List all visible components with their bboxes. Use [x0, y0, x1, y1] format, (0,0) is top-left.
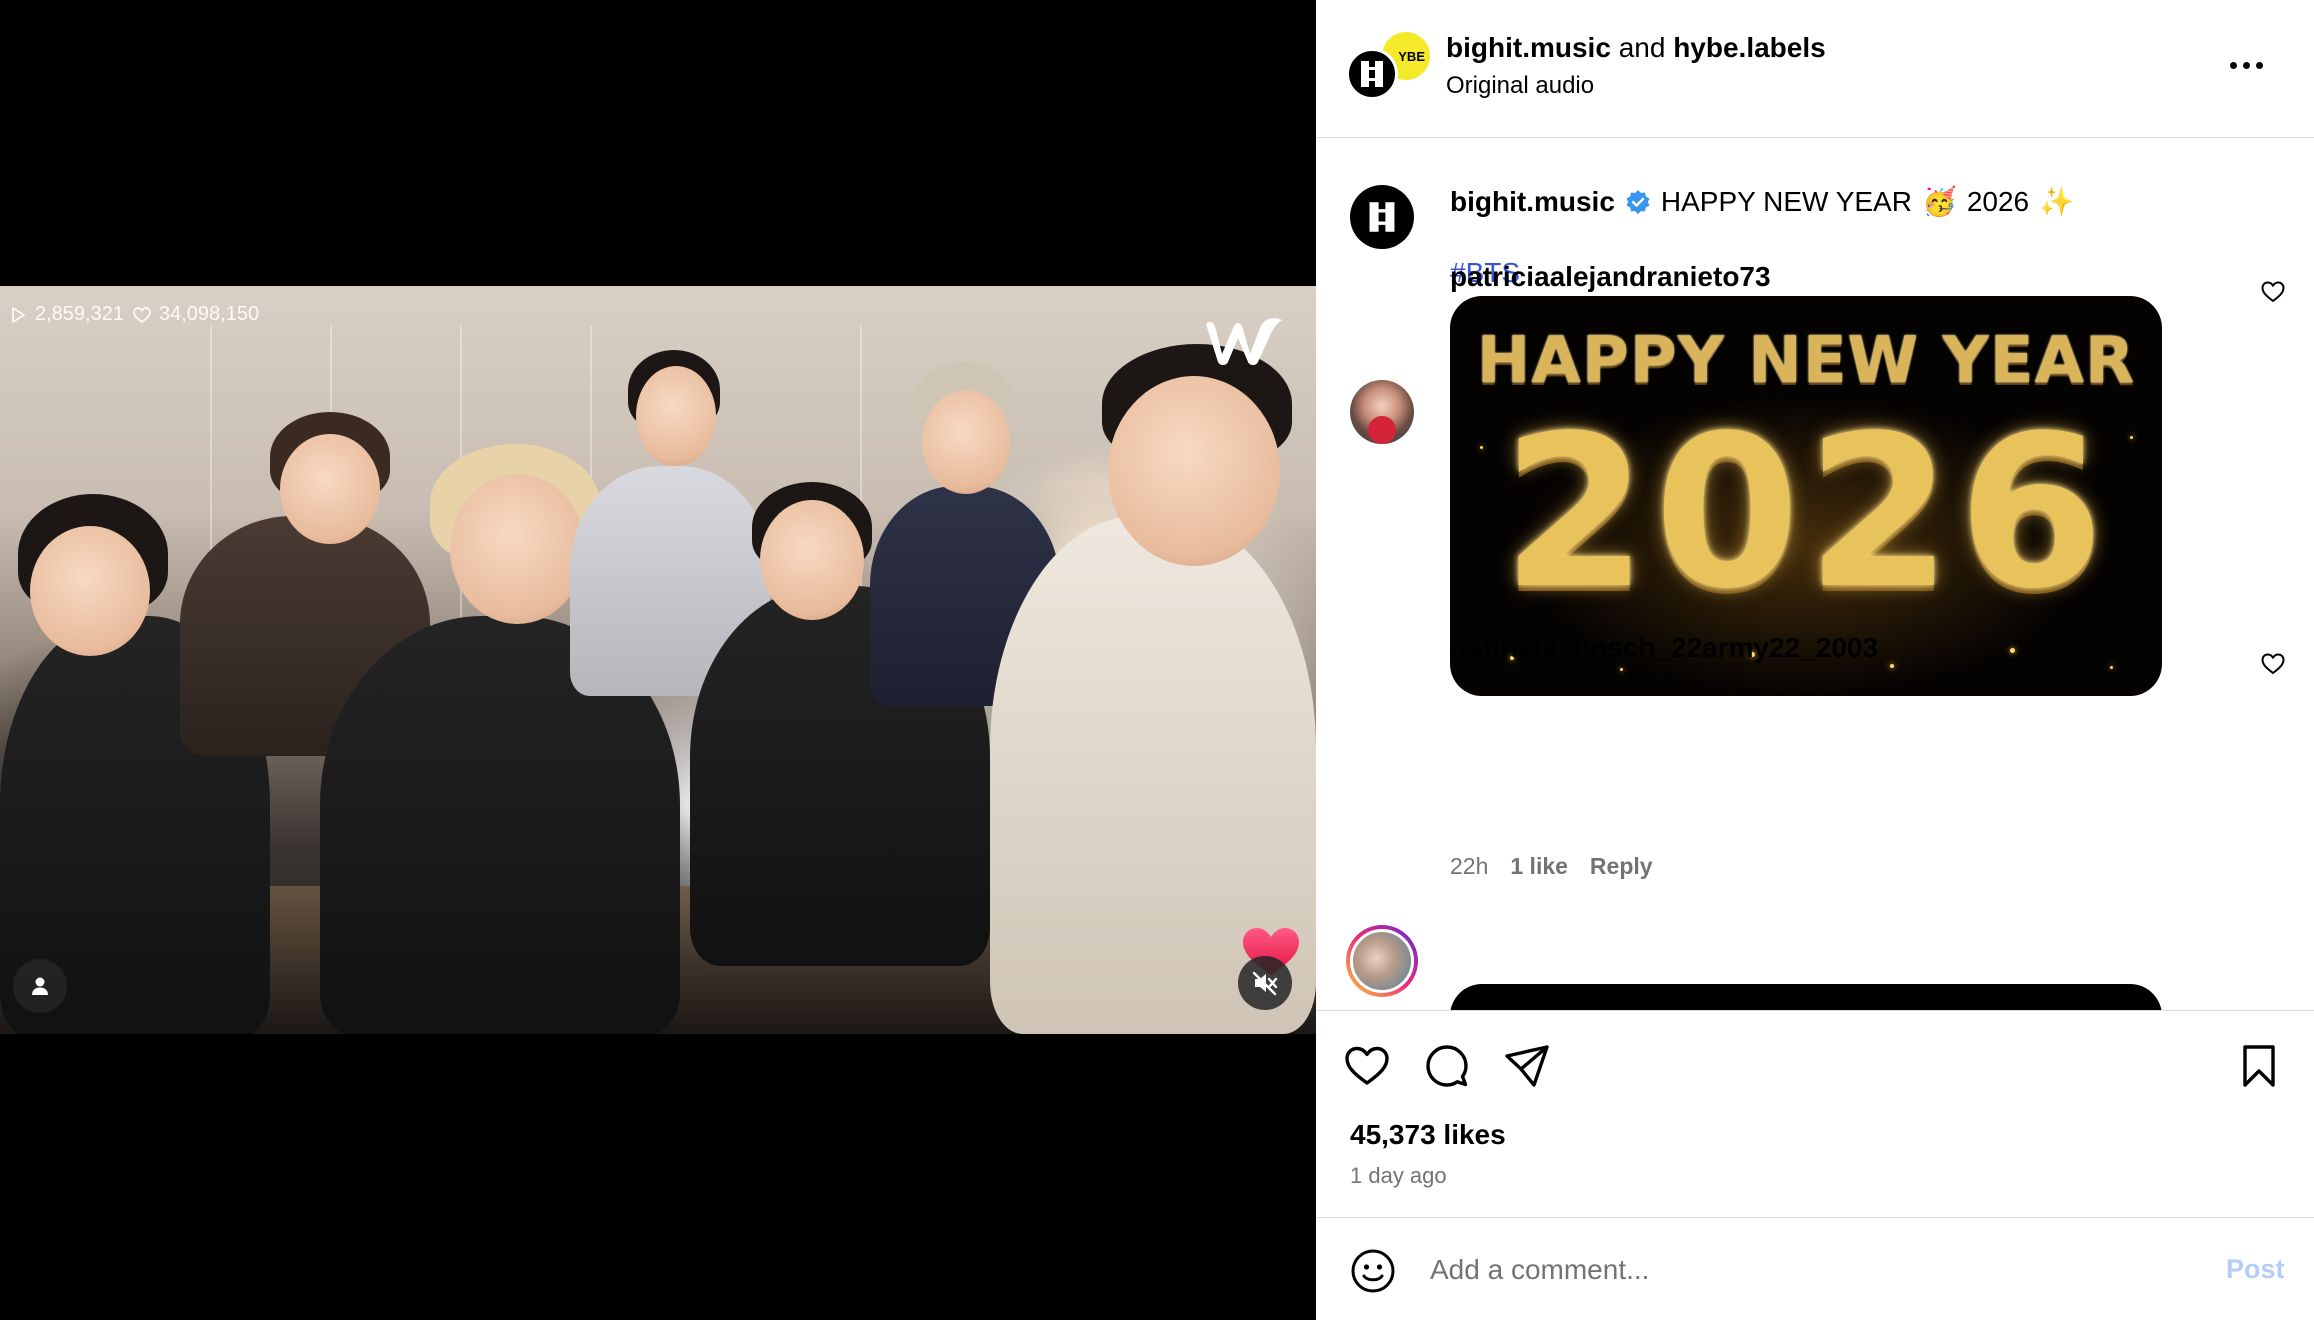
user-tag-button[interactable]: [13, 959, 67, 1013]
hybe-avatar-label: YBE: [1398, 48, 1425, 64]
comment-gif[interactable]: [1450, 984, 2162, 1011]
firework-spark: [1890, 664, 1894, 668]
reply-button[interactable]: Reply: [1590, 853, 1653, 880]
person-face: [636, 366, 716, 466]
sparkles-emoji: ✨: [2039, 185, 2074, 218]
party-emoji: 🥳: [1921, 185, 1957, 218]
gif-year: 2026: [1501, 390, 2111, 635]
account-link-hybe[interactable]: hybe.labels: [1673, 32, 1826, 63]
account-link-bighit[interactable]: bighit.music: [1446, 32, 1611, 63]
commenter-avatar-story-ring[interactable]: [1346, 925, 1418, 997]
play-icon: [12, 306, 25, 323]
bighit-logo: [1361, 61, 1383, 87]
post-age[interactable]: 1 day ago: [1350, 1163, 1447, 1189]
bighit-logo: [1369, 202, 1395, 232]
more-icon: [2255, 61, 2263, 69]
more-icon: [2242, 61, 2250, 69]
firework-spark: [1480, 446, 1483, 449]
person-face: [450, 474, 585, 624]
video-player[interactable]: [0, 286, 1316, 1034]
heart-count: 34,098,150: [132, 303, 259, 326]
likes-count[interactable]: 45,373 likes: [1350, 1119, 1506, 1151]
comment-bar: Post: [1316, 1218, 2314, 1320]
audio-link[interactable]: Original audio: [1446, 72, 1594, 100]
comment-time[interactable]: 22h: [1450, 853, 1488, 880]
firework-spark: [2130, 436, 2133, 439]
person-face: [280, 434, 380, 544]
media-pane: 2,859,321 34,098,150: [0, 0, 1316, 1320]
joiner-text: and: [1618, 32, 1666, 63]
more-icon: [2229, 61, 2237, 69]
comment-like-count[interactable]: 1 like: [1510, 853, 1568, 880]
comment-meta: 22h 1 like Reply: [1450, 853, 1653, 880]
comment-input[interactable]: [1430, 1244, 2130, 1296]
user-tag-icon: [32, 977, 48, 995]
person-face: [922, 390, 1010, 494]
firework-spark: [1620, 668, 1623, 671]
commenter-avatar: [1350, 929, 1414, 993]
video-stats: 2,859,321 34,098,150: [8, 303, 259, 326]
post-actions: 45,373 likes 1 day ago: [1316, 1010, 2314, 1218]
comments-scroll[interactable]: bighit.music HAPPY NEW YEAR 🥳 2026 ✨ #BT…: [1316, 139, 2314, 1011]
post-header: YBE bighit.music and hybe.labels Origina…: [1316, 0, 2314, 138]
caption-username[interactable]: bighit.music: [1450, 186, 1615, 218]
emoji-icon[interactable]: [1350, 1248, 1396, 1294]
more-options-button[interactable]: [2216, 50, 2276, 80]
collab-avatars[interactable]: YBE: [1346, 32, 1436, 106]
post-panel: YBE bighit.music and hybe.labels Origina…: [1316, 0, 2314, 1320]
person-face: [1108, 376, 1280, 566]
play-count-value: 2,859,321: [35, 303, 124, 325]
caption: bighit.music HAPPY NEW YEAR 🥳 2026 ✨: [1450, 185, 2074, 218]
caption-avatar[interactable]: [1350, 185, 1414, 249]
comment-icon[interactable]: [1422, 1041, 1472, 1091]
like-icon[interactable]: [2260, 279, 2286, 305]
post-viewer: 2,859,321 34,098,150 YBE bighit.music an…: [0, 0, 2314, 1320]
caption-text: HAPPY NEW YEAR: [1660, 185, 1912, 217]
comment-username[interactable]: gabriela_bosch_22army22_2003: [1450, 632, 1878, 664]
weverse-logo: [1206, 318, 1282, 365]
comment-username[interactable]: patriciaalejandranieto73: [1450, 261, 1771, 293]
mute-button[interactable]: [1238, 956, 1292, 1010]
firework-spark: [2010, 648, 2015, 653]
collab-names: bighit.music and hybe.labels: [1446, 32, 1826, 64]
caption-year: 2026: [1966, 185, 2030, 217]
verified-badge-icon: [1626, 189, 1650, 214]
person-face: [30, 526, 150, 656]
avatar-detail: [1368, 416, 1396, 444]
heart-outline-icon: [133, 306, 151, 323]
firework-spark: [2110, 666, 2113, 669]
commenter-avatar[interactable]: [1350, 380, 1414, 444]
post-button[interactable]: Post: [2226, 1254, 2285, 1285]
heart-count-value: 34,098,150: [158, 303, 260, 325]
gif-title: HAPPY NEW YEAR: [1476, 324, 2136, 398]
share-icon[interactable]: [1502, 1041, 1552, 1091]
play-count: 2,859,321: [8, 303, 124, 326]
person-face: [760, 500, 864, 620]
like-icon[interactable]: [2260, 651, 2286, 677]
save-icon[interactable]: [2234, 1041, 2284, 1091]
like-icon[interactable]: [1342, 1041, 1392, 1091]
bighit-avatar[interactable]: [1346, 48, 1398, 100]
mute-icon: [1252, 971, 1278, 996]
